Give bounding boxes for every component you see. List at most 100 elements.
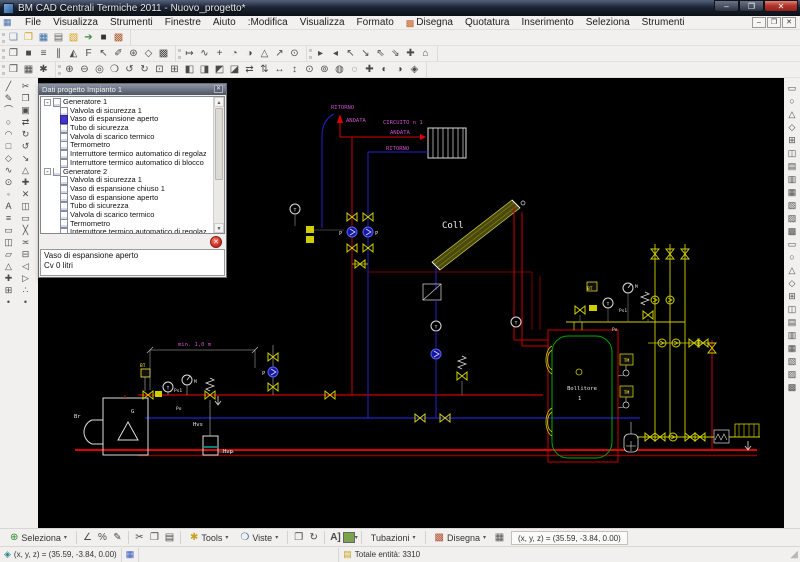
copy-icon[interactable]: ❐ (147, 531, 162, 545)
tree-item[interactable]: Interruttore termico automatico di regol… (41, 150, 206, 159)
paste-icon[interactable]: ▤ (162, 531, 177, 545)
draw-settings-icon[interactable]: ✎ (110, 531, 125, 545)
tree-item[interactable]: Vaso di espansione aperto (41, 115, 206, 124)
cad-symbol-icon[interactable]: △ (785, 108, 799, 121)
paste-tool-icon[interactable]: ▣ (18, 104, 33, 116)
font-icon[interactable]: F (81, 47, 96, 61)
plus-view-icon[interactable]: ✚ (362, 63, 377, 77)
menu-seleziona[interactable]: Seleziona (580, 16, 636, 30)
add-select-icon[interactable]: ✚ (403, 47, 418, 61)
viste-button[interactable]: ❍ Viste ▾ (234, 530, 284, 545)
tree-item[interactable]: -Generatore 1 (41, 98, 206, 107)
export-icon[interactable]: ➔ (81, 31, 96, 45)
home-icon[interactable]: ⌂ (418, 47, 433, 61)
break-tool-icon[interactable]: ╳ (18, 224, 33, 236)
zoom-out-icon[interactable]: ⊖ (77, 63, 92, 77)
tree-item[interactable]: Vaso di espansione aperto (41, 194, 206, 203)
cad-symbol-icon[interactable]: ▩ (785, 381, 799, 394)
pen-icon[interactable]: ✐ (111, 47, 126, 61)
pan-v-icon[interactable]: ⇅ (257, 63, 272, 77)
mline-tool-icon[interactable]: ≡ (1, 212, 16, 224)
menu-disegna[interactable]: ▩Disegna (400, 16, 459, 30)
tree-item[interactable]: Tubo di sicurezza (41, 124, 206, 133)
cad-symbol-icon[interactable]: ◇ (785, 121, 799, 134)
cad-symbol-icon[interactable]: ▧ (785, 355, 799, 368)
new-file-icon[interactable]: ❏ (6, 31, 21, 45)
tree-item[interactable]: Interruttore termico automatico di regol… (41, 228, 206, 234)
view-top-icon[interactable]: ◩ (212, 63, 227, 77)
trim-tool-icon[interactable]: ◫ (18, 200, 33, 212)
panel-title-bar[interactable]: Dati progetto Impianto 1 ✕ (39, 84, 226, 95)
view-bottom-icon[interactable]: ◪ (227, 63, 242, 77)
triangle-tool-icon[interactable]: △ (1, 260, 16, 272)
offset-tool-icon[interactable]: ⊟ (18, 248, 33, 260)
text-tool-icon[interactable]: A (1, 200, 16, 212)
tree-item[interactable]: Termometro (41, 141, 206, 150)
spline-tool-icon[interactable]: ∿ (1, 164, 16, 176)
folder-icon[interactable]: ▧ (66, 31, 81, 45)
polygon-tool-icon[interactable]: ◇ (1, 152, 16, 164)
close-button[interactable]: ✕ (764, 0, 798, 12)
half-left-icon[interactable]: ◐ (377, 63, 392, 77)
disegna-button[interactable]: ▩ Disegna ▾ (429, 530, 493, 545)
grip-tool-icon[interactable]: • (18, 296, 33, 308)
table-tool-icon[interactable]: ⊞ (1, 284, 16, 296)
cad-symbol-icon[interactable]: △ (785, 264, 799, 277)
panel-close-icon[interactable]: ✕ (214, 85, 223, 93)
mirror-tool-icon[interactable]: ⇄ (18, 116, 33, 128)
copy-entity-icon[interactable]: ❐ (6, 47, 21, 61)
menu-modifica[interactable]: :Modifica (242, 16, 294, 30)
tree-item[interactable]: Valvola di sicurezza 1 (41, 176, 206, 185)
grid-view-icon[interactable]: ▦ (21, 63, 36, 77)
cad-symbol-icon[interactable]: ▨ (785, 212, 799, 225)
scrollbar-thumb[interactable] (215, 108, 223, 180)
window-select-icon[interactable]: ⇖ (373, 47, 388, 61)
cad-symbol-icon[interactable]: ◇ (785, 277, 799, 290)
node-tool-icon[interactable]: • (1, 296, 16, 308)
shade-icon[interactable]: ◍ (332, 63, 347, 77)
tree-item[interactable]: Valvola di sicurezza 1 (41, 107, 206, 116)
solid-icon[interactable]: ■ (21, 47, 36, 61)
color-picker[interactable] (343, 532, 355, 543)
menu-visualizza-2[interactable]: Visualizza (294, 16, 351, 30)
menu-visualizza[interactable]: Visualizza (47, 16, 104, 30)
menu-inserimento[interactable]: Inserimento (515, 16, 579, 30)
zoom-selected-icon[interactable]: ⊡ (152, 63, 167, 77)
tree-item[interactable]: Tubo di sicurezza (41, 202, 206, 211)
pan-h-icon[interactable]: ⇄ (242, 63, 257, 77)
insert-tool-icon[interactable]: ◫ (1, 236, 16, 248)
stamp-icon[interactable]: ⊛ (126, 47, 141, 61)
region-tool-icon[interactable]: ▱ (1, 248, 16, 260)
cad-symbol-icon[interactable]: ▭ (785, 82, 799, 95)
extend-tool-icon[interactable]: ▭ (18, 212, 33, 224)
orbit-icon[interactable]: ⊚ (317, 63, 332, 77)
tree-item[interactable]: -Generatore 2 (41, 168, 206, 177)
circle-tool-icon[interactable]: ○ (1, 116, 16, 128)
select-nw-icon[interactable]: ↖ (343, 47, 358, 61)
cad-symbol-icon[interactable]: ▤ (785, 316, 799, 329)
wireframe-icon[interactable]: ◌ (347, 63, 362, 77)
node-snap-icon[interactable]: ⊙ (287, 47, 302, 61)
maximize-button[interactable]: ❐ (739, 0, 764, 12)
array-tool-icon[interactable]: ✚ (18, 176, 33, 188)
delete-component-button[interactable]: ✕ (210, 236, 222, 248)
scroll-down-icon[interactable]: ▼ (214, 223, 224, 233)
menu-grid-icon[interactable]: ▦ (3, 17, 15, 28)
view-left-icon[interactable]: ◧ (182, 63, 197, 77)
regen-icon[interactable]: ✱ (36, 63, 51, 77)
screen-icon[interactable]: ■ (96, 31, 111, 45)
cad-symbol-icon[interactable]: ▨ (785, 368, 799, 381)
cad-symbol-icon[interactable]: ◫ (785, 303, 799, 316)
print-icon[interactable]: ▤ (51, 31, 66, 45)
layers-icon[interactable]: ❐ (291, 531, 306, 545)
arc-tool-icon[interactable]: ⌒ (1, 104, 16, 116)
grid-panel[interactable]: ▦ (122, 548, 140, 562)
donut-tool-icon[interactable]: ⊙ (1, 176, 16, 188)
point-tool-icon[interactable]: ◦ (1, 188, 16, 200)
menu-formato[interactable]: Formato (351, 16, 400, 30)
tree-expander-icon[interactable]: - (44, 168, 51, 175)
cad-symbol-icon[interactable]: ▥ (785, 329, 799, 342)
zoom-in-icon[interactable]: ⊕ (62, 63, 77, 77)
snap-percent-icon[interactable]: % (95, 531, 110, 545)
tree-item[interactable]: Valvola di scarico termico (41, 211, 206, 220)
